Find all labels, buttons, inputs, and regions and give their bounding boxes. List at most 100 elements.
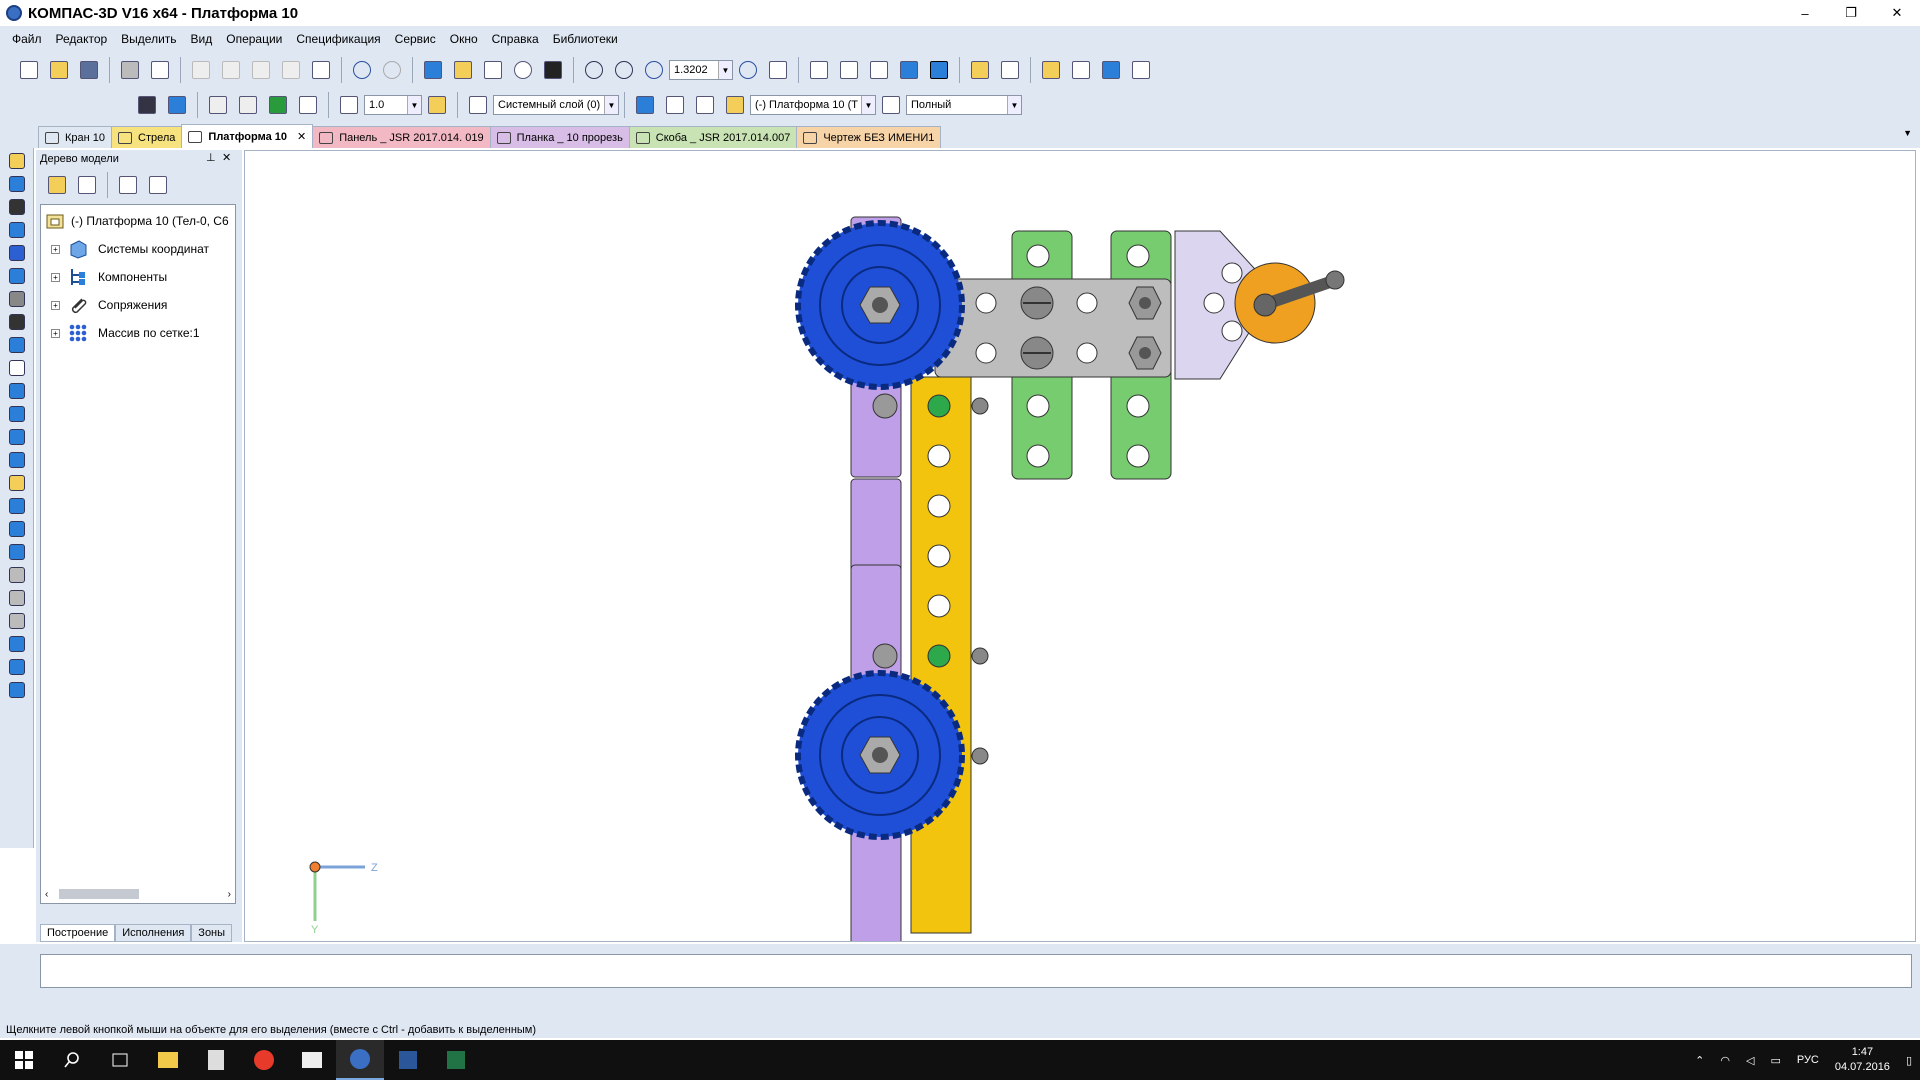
tree-structure-icon[interactable] xyxy=(44,172,70,198)
document-tab[interactable]: Планка _ 10 прорезь xyxy=(489,126,630,148)
paste-icon[interactable] xyxy=(248,57,274,83)
chevron-down-icon[interactable]: ▼ xyxy=(1007,96,1021,114)
task-view-button[interactable] xyxy=(96,1040,144,1080)
wheel-bottom[interactable] xyxy=(795,670,965,840)
manager-icon[interactable] xyxy=(420,57,446,83)
compact-tool-icon[interactable] xyxy=(6,588,28,608)
compact-tool-icon[interactable] xyxy=(6,427,28,447)
library-manager-icon[interactable] xyxy=(450,57,476,83)
undo-icon[interactable] xyxy=(349,57,375,83)
print-icon[interactable] xyxy=(117,57,143,83)
scroll-thumb[interactable] xyxy=(59,889,139,899)
search-button[interactable] xyxy=(48,1040,96,1080)
layout-icon[interactable] xyxy=(878,92,904,118)
close-icon[interactable]: ✕ xyxy=(222,151,231,164)
part-combo[interactable]: (-) Платформа 10 (Т ▼ xyxy=(750,95,876,115)
shaded-edges-icon[interactable] xyxy=(926,57,952,83)
document-tab[interactable]: Платформа 10 ✕ xyxy=(181,124,314,148)
mode-combo[interactable]: Полный ▼ xyxy=(906,95,1022,115)
compact-tool-icon[interactable] xyxy=(6,680,28,700)
tools-icon[interactable] xyxy=(1128,57,1154,83)
section-icon[interactable] xyxy=(1038,57,1064,83)
expand-icon[interactable]: + xyxy=(51,300,60,310)
compact-tool-icon[interactable] xyxy=(6,381,28,401)
compact-tool-icon[interactable] xyxy=(6,657,28,677)
tree-item-grid-array[interactable]: + Массив по сетке:1 xyxy=(41,319,235,347)
pin-icon[interactable]: ⊥ xyxy=(206,151,216,164)
format-brush-icon[interactable] xyxy=(278,57,304,83)
property-panel-field[interactable] xyxy=(40,954,1912,988)
tree-root[interactable]: (-) Платформа 10 (Тел-0, С6 xyxy=(41,207,235,235)
compact-tool-icon[interactable] xyxy=(6,611,28,631)
menu-file[interactable]: Файл xyxy=(12,32,42,46)
compact-tool-icon[interactable] xyxy=(6,335,28,355)
compact-tool-icon[interactable] xyxy=(6,312,28,332)
taskbar-yandex[interactable] xyxy=(240,1040,288,1080)
compact-tool-icon[interactable] xyxy=(6,634,28,654)
redo-icon[interactable] xyxy=(379,57,405,83)
taskbar-word[interactable] xyxy=(384,1040,432,1080)
close-tab-icon[interactable]: ✕ xyxy=(297,130,306,143)
check-icon[interactable] xyxy=(692,92,718,118)
expand-icon[interactable]: + xyxy=(51,244,60,254)
compact-tool-icon[interactable] xyxy=(6,519,28,539)
model-viewport[interactable]: Z Y xyxy=(244,150,1916,992)
hidden-lines-icon[interactable] xyxy=(836,57,862,83)
scroll-right-icon[interactable]: › xyxy=(228,889,231,900)
save-icon[interactable] xyxy=(76,57,102,83)
scroll-left-icon[interactable]: ‹ xyxy=(45,889,48,900)
compact-tool-icon[interactable] xyxy=(6,151,28,171)
compact-tool-icon[interactable] xyxy=(6,220,28,240)
grid-icon[interactable] xyxy=(336,92,362,118)
taskbar-excel[interactable] xyxy=(432,1040,480,1080)
new-file-icon[interactable] xyxy=(16,57,42,83)
tree-list-icon[interactable] xyxy=(115,172,141,198)
layer-icon[interactable] xyxy=(465,92,491,118)
document-tab[interactable]: Панель _ JSR 2017.014. 019 xyxy=(312,126,491,148)
model-3d-view[interactable]: Z Y xyxy=(245,151,1915,992)
zoom-all-icon[interactable] xyxy=(611,57,637,83)
chevron-up-icon[interactable]: ⌃ xyxy=(1695,1054,1704,1067)
print-area-icon[interactable] xyxy=(235,92,261,118)
cut-icon[interactable] xyxy=(188,57,214,83)
expand-icon[interactable]: + xyxy=(51,328,60,338)
layer-combo[interactable]: Системный слой (0) ▼ xyxy=(493,95,619,115)
chevron-down-icon[interactable]: ▼ xyxy=(407,96,421,114)
zoom-window-icon[interactable] xyxy=(581,57,607,83)
menu-view[interactable]: Вид xyxy=(191,32,213,46)
taskbar-explorer[interactable] xyxy=(144,1040,192,1080)
tree-item-coordinate-systems[interactable]: + Системы координат xyxy=(41,235,235,263)
menu-editor[interactable]: Редактор xyxy=(56,32,108,46)
menu-help[interactable]: Справка xyxy=(492,32,539,46)
compact-tool-icon[interactable] xyxy=(6,289,28,309)
menu-operations[interactable]: Операции xyxy=(226,32,282,46)
document-tab[interactable]: Чертеж БЕЗ ИМЕНИ1 xyxy=(796,126,942,148)
start-button[interactable] xyxy=(0,1040,48,1080)
compact-tool-icon[interactable] xyxy=(6,174,28,194)
compact-tool-icon[interactable] xyxy=(6,266,28,286)
action-center-icon[interactable]: ▯ xyxy=(1906,1054,1912,1067)
restore-button[interactable]: ❐ xyxy=(1828,0,1874,26)
wheel-top[interactable] xyxy=(795,220,965,390)
notifications-icon[interactable]: ▭ xyxy=(1770,1054,1780,1067)
filter-icon[interactable] xyxy=(997,57,1023,83)
rotate-icon[interactable] xyxy=(735,57,761,83)
expand-icon[interactable]: + xyxy=(51,272,60,282)
compact-tool-icon[interactable] xyxy=(6,565,28,585)
layers-green-icon[interactable] xyxy=(265,92,291,118)
compact-tool-icon[interactable] xyxy=(6,450,28,470)
document-tab[interactable]: Скоба _ JSR 2017.014.007 xyxy=(628,126,798,148)
chevron-down-icon[interactable]: ▼ xyxy=(718,61,732,79)
menu-libraries[interactable]: Библиотеки xyxy=(553,32,618,46)
network-icon[interactable]: ◠ xyxy=(1720,1054,1730,1067)
local-cs-icon[interactable] xyxy=(662,92,688,118)
tab-build[interactable]: Построение xyxy=(40,924,116,942)
coordinate-system-icon[interactable] xyxy=(632,92,658,118)
text-style-icon[interactable] xyxy=(295,92,321,118)
compact-tool-icon[interactable] xyxy=(6,473,28,493)
lavender-plate[interactable] xyxy=(1174,230,1345,380)
language-indicator[interactable]: РУС xyxy=(1797,1054,1819,1066)
view-orientation-icon[interactable] xyxy=(134,92,160,118)
help-pointer-icon[interactable] xyxy=(540,57,566,83)
grey-plate[interactable] xyxy=(934,278,1172,378)
